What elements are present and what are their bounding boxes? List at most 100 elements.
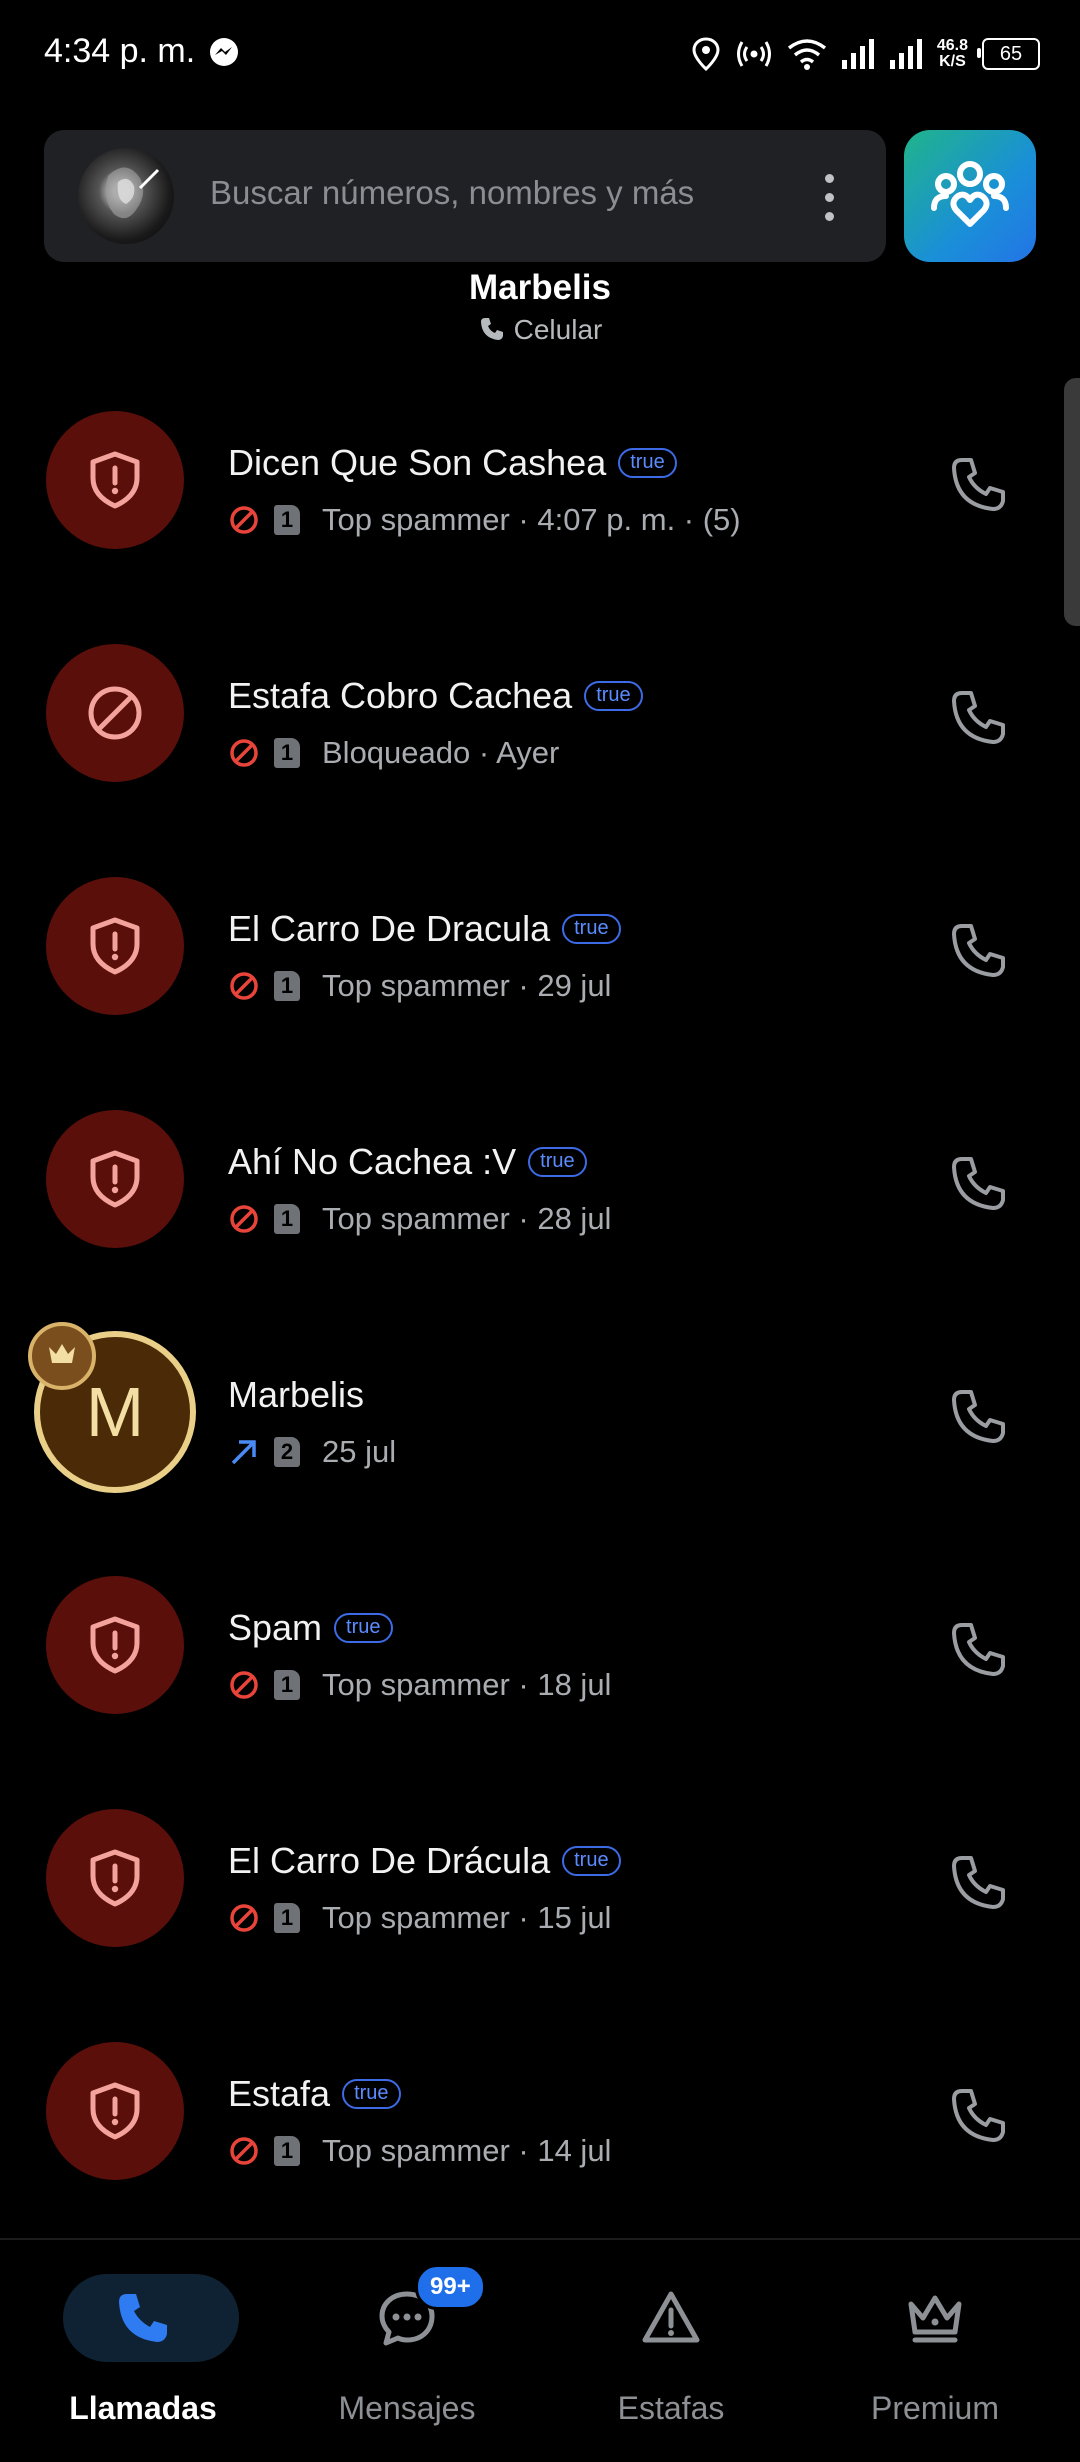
call-button[interactable] xyxy=(944,683,1014,753)
search-input[interactable]: Buscar números, nombres y más xyxy=(210,174,694,212)
block-icon xyxy=(228,970,260,1002)
caller-type: Celular xyxy=(0,314,1080,346)
premium-crown-badge xyxy=(28,1322,96,1390)
block-icon xyxy=(228,1203,260,1235)
call-detail: Top spammer · 14 jul xyxy=(322,2133,612,2168)
phone-icon xyxy=(944,2081,1014,2151)
call-detail: 25 jul xyxy=(322,1434,397,1469)
call-button[interactable] xyxy=(944,2081,1014,2151)
call-name-row: Dicen Que Son Cashea true xyxy=(228,442,677,484)
tab-scams[interactable]: Estafas xyxy=(536,2240,806,2462)
call-name: Estafa Cobro Cachea xyxy=(228,675,573,716)
call-name-row: Ahí No Cachea :V true xyxy=(228,1141,587,1183)
spam-avatar[interactable] xyxy=(46,411,184,549)
caller-tag: true xyxy=(562,914,621,944)
tab-calls[interactable]: Llamadas xyxy=(8,2240,278,2462)
sim-number: 2 xyxy=(280,1439,294,1464)
call-detail: Top spammer · 15 jul xyxy=(322,1900,612,1935)
search-bar[interactable]: Buscar números, nombres y más xyxy=(44,130,886,262)
block-icon xyxy=(228,504,260,536)
call-name: Marbelis xyxy=(228,1374,365,1415)
call-list-item[interactable]: Ahí No Cachea :V true 1 Top spammer · 28 ju… xyxy=(0,1077,1080,1310)
call-list-item[interactable]: El Carro De Dracula true 1 Top spammer · 29… xyxy=(0,844,1080,1077)
call-list-item[interactable]: Spam true 1 Top spammer · 18 jul xyxy=(0,1543,1080,1776)
phone-icon xyxy=(944,1615,1014,1685)
call-detail: Top spammer · 4:07 p. m. · (5) xyxy=(322,502,741,537)
call-list-item[interactable]: El Carro De Drácula true 1 Top spammer · 15… xyxy=(0,1776,1080,2009)
sim-icon: 1 xyxy=(274,505,300,535)
location-icon xyxy=(692,37,720,71)
sim-icon: 2 xyxy=(274,1437,300,1467)
battery-icon: 65 xyxy=(977,38,1040,70)
shield-alert-icon xyxy=(83,1147,147,1211)
spam-avatar[interactable] xyxy=(46,1809,184,1947)
caller-type-label: Celular xyxy=(513,314,603,345)
sim-number: 1 xyxy=(280,507,294,532)
spam-avatar[interactable] xyxy=(46,877,184,1015)
network-speed: 46.8 K/S xyxy=(937,38,968,70)
tab-premium[interactable]: Premium xyxy=(800,2240,1070,2462)
hotspot-icon xyxy=(736,41,771,67)
block-icon xyxy=(228,2135,260,2167)
shield-alert-icon xyxy=(83,1846,147,1910)
sim-number: 1 xyxy=(280,1672,294,1697)
call-details-row: 2 25 jul xyxy=(228,1434,396,1470)
more-options-icon[interactable] xyxy=(824,174,834,222)
shield-alert-icon xyxy=(83,1613,147,1677)
caller-tag: true xyxy=(584,681,643,711)
spam-avatar[interactable] xyxy=(46,1110,184,1248)
call-name: Dicen Que Son Cashea xyxy=(228,442,607,483)
call-button[interactable] xyxy=(944,1615,1014,1685)
spam-avatar[interactable] xyxy=(46,1576,184,1714)
tab-scams-label: Estafas xyxy=(617,2390,725,2426)
profile-avatar[interactable] xyxy=(78,148,174,244)
call-button[interactable] xyxy=(944,916,1014,986)
signal-icon xyxy=(841,39,874,69)
call-button[interactable] xyxy=(944,1848,1014,1918)
call-details-row: 1 Top spammer · 4:07 p. m. · (5) xyxy=(228,502,741,538)
spam-avatar[interactable] xyxy=(46,2042,184,2180)
unread-badge: 99+ xyxy=(415,2264,486,2310)
call-button[interactable] xyxy=(944,450,1014,520)
shield-alert-icon xyxy=(83,914,147,978)
tab-messages-label: Mensajes xyxy=(338,2390,476,2426)
call-list-item[interactable]: Estafa true 1 Top spammer · 14 jul xyxy=(0,2009,1080,2242)
call-name-row: Spam true xyxy=(228,1607,393,1649)
call-detail: Bloqueado · Ayer xyxy=(322,735,560,770)
block-icon xyxy=(228,1669,260,1701)
call-name: El Carro De Drácula xyxy=(228,1840,551,1881)
call-name-row: Estafa true xyxy=(228,2073,401,2115)
sim-number: 1 xyxy=(280,740,294,765)
call-list-item[interactable]: M Marbelis 2 25 jul xyxy=(0,1310,1080,1543)
caller-tag: true xyxy=(334,1613,393,1643)
tab-premium-label: Premium xyxy=(870,2390,999,2426)
block-icon xyxy=(228,737,260,769)
spam-avatar[interactable] xyxy=(46,644,184,782)
call-name-row: Marbelis xyxy=(228,1374,364,1416)
call-list-item[interactable]: Estafa Cobro Cachea true 1 Bloqueado · Ayer xyxy=(0,611,1080,844)
sim-icon: 1 xyxy=(274,1903,300,1933)
call-details-row: 1 Top spammer · 18 jul xyxy=(228,1667,611,1703)
call-name: Spam xyxy=(228,1607,323,1648)
sim-icon: 1 xyxy=(274,971,300,1001)
call-button[interactable] xyxy=(944,1149,1014,1219)
call-details-row: 1 Bloqueado · Ayer xyxy=(228,735,559,771)
speed-unit: K/S xyxy=(939,53,966,70)
caller-tag: true xyxy=(562,1846,621,1876)
phone-icon xyxy=(119,2294,167,2342)
call-list-item[interactable]: Dicen Que Son Cashea true 1 Top spammer · 4… xyxy=(0,378,1080,611)
sim-icon: 1 xyxy=(274,738,300,768)
call-name-row: El Carro De Drácula true xyxy=(228,1840,621,1882)
call-details-row: 1 Top spammer · 28 jul xyxy=(228,1201,611,1237)
call-button[interactable] xyxy=(944,1382,1014,1452)
people-heart-icon xyxy=(931,161,1009,227)
phone-icon xyxy=(944,1382,1014,1452)
tab-messages[interactable]: 99+ Mensajes xyxy=(272,2240,542,2462)
phone-icon xyxy=(944,916,1014,986)
caller-tag: true xyxy=(528,1147,587,1177)
contacts-group-button[interactable] xyxy=(904,130,1036,262)
call-details-row: 1 Top spammer · 29 jul xyxy=(228,968,611,1004)
call-detail: Top spammer · 18 jul xyxy=(322,1667,612,1702)
profile-avatar-image xyxy=(106,167,160,219)
avatar-initial: M xyxy=(85,1373,145,1451)
